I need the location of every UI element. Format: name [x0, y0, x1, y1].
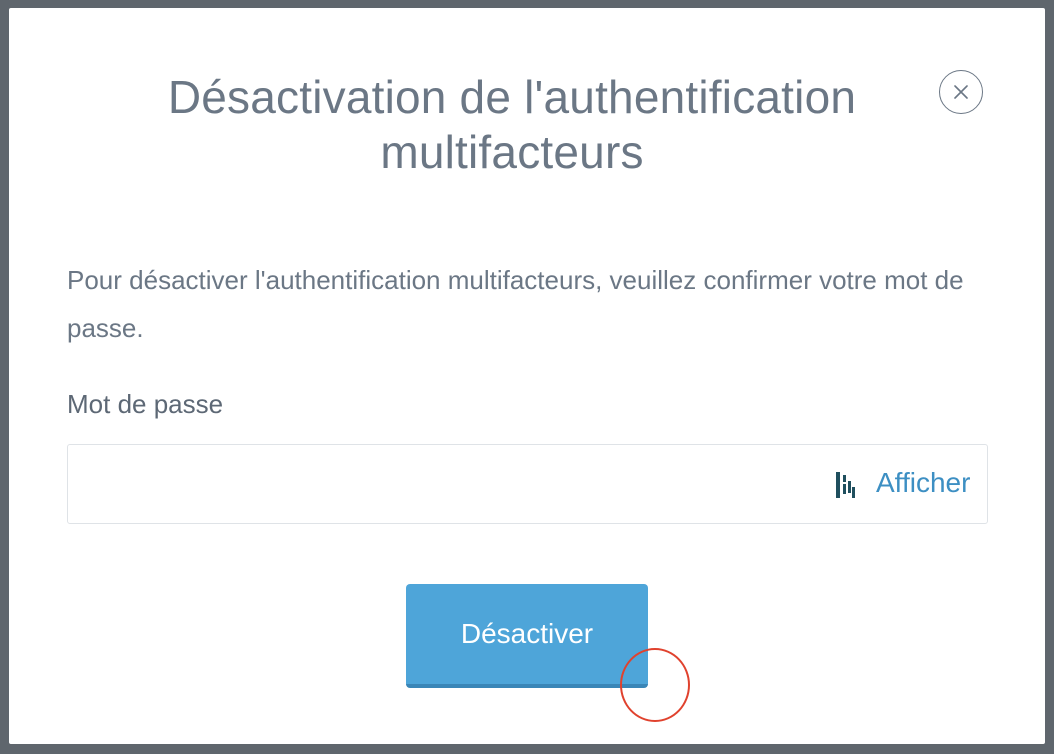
- dashlane-icon[interactable]: [834, 471, 858, 499]
- close-button[interactable]: [939, 70, 983, 114]
- password-field: Afficher: [67, 444, 988, 524]
- deactivate-button[interactable]: Désactiver: [406, 584, 648, 688]
- show-password-toggle[interactable]: Afficher: [876, 465, 970, 501]
- dialog-description: Pour désactiver l'authentification multi…: [67, 265, 964, 343]
- dialog-title: Désactivation de l'authentification mult…: [167, 71, 857, 178]
- close-icon: [954, 85, 968, 99]
- password-label: Mot de passe: [67, 389, 224, 419]
- disable-mfa-dialog: Désactivation de l'authentification mult…: [9, 8, 1045, 744]
- password-input[interactable]: [68, 445, 808, 523]
